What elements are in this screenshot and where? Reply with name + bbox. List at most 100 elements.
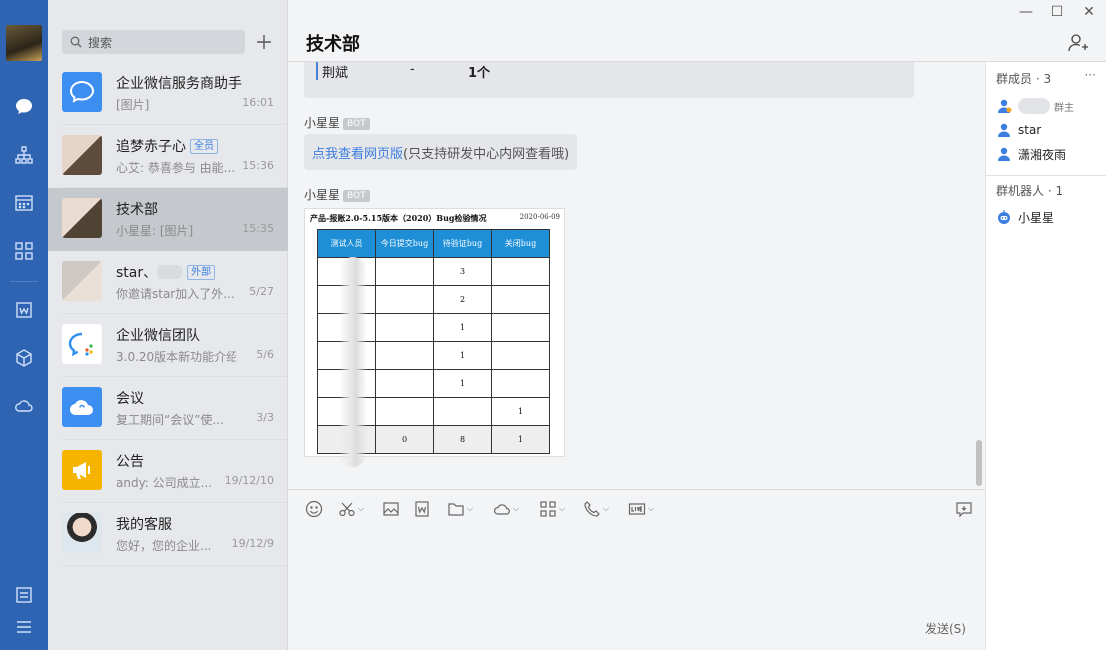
user-icon (996, 146, 1012, 162)
report-date: 2020-06-09 (519, 213, 560, 221)
cube-icon[interactable] (12, 346, 36, 370)
cloud-drive-icon[interactable] (12, 394, 36, 418)
divider (986, 175, 1106, 176)
bot-badge: BOT (343, 190, 370, 202)
cloud-drive-icon[interactable]: ⌵ (493, 500, 519, 518)
chat-icon[interactable] (12, 95, 36, 119)
conversation-item[interactable]: 会议 复工期间“会议”使... 3/3 (48, 377, 288, 440)
conversation-time: 15:36 (242, 159, 274, 172)
conversation-preview: 您好，您的企业... (116, 539, 212, 553)
owner-label: 群主 (1054, 102, 1074, 114)
conversation-item[interactable]: 追梦赤子心 全员 心艾: 恭喜参与 由能... 15:36 (48, 125, 288, 188)
table-cell (375, 257, 434, 286)
plus-icon (257, 35, 271, 49)
workbench-icon[interactable] (12, 239, 36, 263)
add-member-icon[interactable] (1067, 32, 1089, 54)
conversation-preview: 复工期间“会议”使... (116, 413, 224, 427)
all-staff-tag: 全员 (190, 139, 218, 154)
member-name: 潇湘夜雨 (1018, 147, 1067, 162)
conversation-name: star、 外部 (116, 262, 216, 282)
word-doc-icon[interactable] (413, 500, 431, 518)
service-assistant-avatar (62, 72, 102, 112)
conversation-time: 19/12/10 (224, 474, 274, 487)
wecom-window: 搜索 企业微信服务商助手 [图片] 16:01 追梦赤子心 全员 心艾: 恭喜参与… (0, 0, 1106, 650)
add-button[interactable] (254, 31, 274, 53)
conversation-preview: 心艾: 恭喜参与 由能... (116, 161, 236, 175)
image-message-bug-report[interactable]: 产品-报账2.0-5.15版本（2020）Bug检验情况 2020-06-09 … (304, 208, 565, 467)
settings-sliders-icon[interactable] (12, 583, 36, 607)
table-cell (491, 341, 550, 370)
table-cell: 1 (491, 397, 550, 426)
bot-item[interactable]: 小星星 (996, 207, 1054, 227)
maximize-button[interactable]: ☐ (1047, 4, 1067, 20)
external-tag: 外部 (187, 265, 216, 280)
message-sender: 小星星 BOT (304, 114, 370, 131)
conversation-item[interactable]: star、 外部 你邀请star加入了外... 5/27 (48, 251, 288, 314)
conversation-preview: 3.0.20版本新功能介绍 (116, 350, 236, 364)
image-icon[interactable] (382, 500, 400, 518)
live-icon[interactable]: ⌵ (628, 500, 654, 518)
conversation-name: 技术部 (116, 202, 158, 218)
conversation-preview: 小星星: [图片] (116, 224, 194, 238)
minimize-button[interactable]: — (1016, 4, 1036, 20)
table-cell: 2 (433, 285, 492, 314)
group-avatar (62, 261, 102, 301)
customer-service-avatar (62, 513, 102, 553)
web-view-link[interactable]: 点我查看网页版 (312, 143, 403, 162)
screenshot-icon[interactable]: ⌵ (338, 500, 364, 518)
folder-icon[interactable]: ⌵ (447, 500, 473, 518)
column-header: 关闭bug (491, 229, 550, 258)
menu-icon[interactable] (12, 615, 36, 639)
conversation-item[interactable]: 企业微信服务商助手 [图片] 16:01 (48, 62, 288, 125)
conversation-item[interactable]: 企业微信团队 3.0.20版本新功能介绍 5/6 (48, 314, 288, 377)
member-name-redacted (1018, 98, 1050, 114)
member-item[interactable]: 群主 (996, 96, 1074, 116)
scrollbar-thumb[interactable] (976, 440, 982, 486)
more-icon[interactable]: ··· (1085, 68, 1096, 82)
robot-icon (996, 209, 1012, 225)
table-cell (491, 285, 550, 314)
column-header: 待验证bug (433, 229, 492, 258)
document-icon[interactable] (12, 298, 36, 322)
search-input[interactable]: 搜索 (62, 30, 245, 54)
my-avatar[interactable] (6, 25, 42, 61)
owner-user-icon (996, 98, 1012, 114)
table-cell: 1 (433, 313, 492, 342)
calendar-icon[interactable] (12, 191, 36, 215)
conversation-time: 5/27 (249, 285, 274, 298)
conversation-item[interactable]: 我的客服 您好，您的企业... 19/12/9 (48, 503, 288, 566)
send-button[interactable]: 发送(S) (925, 620, 966, 637)
close-button[interactable]: ✕ (1079, 4, 1099, 20)
contacts-icon[interactable] (12, 143, 36, 167)
conversation-item-active[interactable]: 技术部 小星星: [图片] 15:35 (48, 188, 288, 251)
wecom-team-avatar (62, 324, 102, 364)
conversation-preview: andy: 公司成立... (116, 476, 213, 490)
announcement-icon (62, 450, 102, 490)
table-cell: 3 (433, 257, 492, 286)
conversation-name: 企业微信服务商助手 (116, 76, 242, 92)
conversation-preview: [图片] (116, 98, 150, 112)
table-cell: 0 (375, 425, 434, 454)
table-cell (375, 341, 434, 370)
members-header: 群成员 · 3 (996, 72, 1052, 86)
table-cell (375, 285, 434, 314)
column-header: 今日提交bug (375, 229, 434, 258)
chat-panel: 技术部 — ☐ ✕ 荆斌 - 1个 小星星 BOT 点我查看网页版 (只支持研发中心… (288, 0, 1106, 650)
table-header-row: 测试人员 今日提交bug 待验证bug 关闭bug (317, 229, 550, 258)
group-avatar (62, 135, 102, 175)
report-title: 产品-报账2.0-5.15版本（2020）Bug检验情况 (310, 213, 487, 223)
phone-icon[interactable]: ⌵ (583, 500, 609, 518)
apps-icon[interactable]: ⌵ (539, 500, 565, 518)
card-accent-bar (316, 62, 318, 80)
member-item[interactable]: star (996, 120, 1041, 140)
member-item[interactable]: 潇湘夜雨 (996, 144, 1066, 164)
chat-record-icon[interactable] (955, 500, 973, 518)
conversation-preview: 你邀请star加入了外... (116, 287, 235, 301)
nav-rail (0, 0, 48, 650)
table-cell: 1 (491, 425, 550, 454)
emoji-icon[interactable] (305, 500, 323, 518)
conversation-name: 我的客服 (116, 517, 172, 533)
conversation-item[interactable]: 公告 andy: 公司成立... 19/12/10 (48, 440, 288, 503)
table-cell: 1 (433, 369, 492, 398)
previous-card-message: 荆斌 - 1个 (304, 62, 914, 98)
